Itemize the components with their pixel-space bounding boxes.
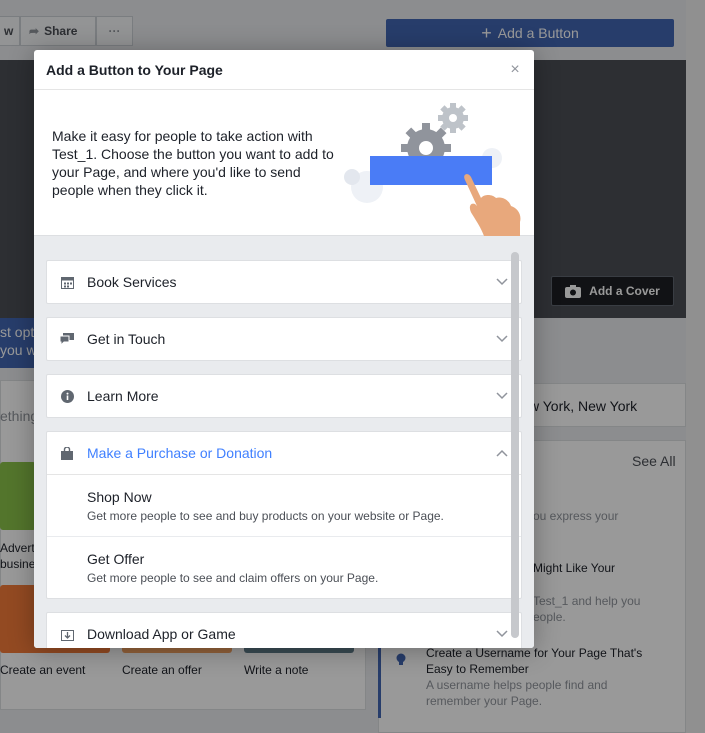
chevron-down-icon — [495, 627, 509, 641]
category-label: Book Services — [87, 274, 177, 290]
category-header[interactable]: Download App or Game — [47, 613, 521, 648]
button-illustration-icon — [344, 103, 521, 236]
category-download-app[interactable]: Download App or Game — [46, 612, 522, 648]
category-label: Make a Purchase or Donation — [87, 445, 273, 461]
category-get-in-touch[interactable]: Get in Touch — [46, 317, 522, 361]
category-label: Learn More — [87, 388, 159, 404]
chevron-down-icon — [495, 389, 509, 403]
option-description: Get more people to see and claim offers … — [87, 571, 379, 585]
info-icon — [59, 388, 75, 404]
dialog-scrollbar[interactable] — [511, 252, 519, 638]
calendar-icon — [59, 274, 75, 290]
chevron-down-icon — [495, 332, 509, 346]
category-make-a-purchase[interactable]: Make a Purchase or Donation Shop Now Get… — [46, 431, 522, 599]
category-header[interactable]: Make a Purchase or Donation — [47, 432, 521, 474]
chevron-up-icon — [495, 446, 509, 460]
download-icon — [59, 626, 75, 642]
dialog-header: Add a Button to Your Page × — [34, 50, 534, 90]
category-book-services[interactable]: Book Services — [46, 260, 522, 304]
option-description: Get more people to see and buy products … — [87, 509, 444, 523]
chevron-down-icon — [495, 275, 509, 289]
intro-text: Make it easy for people to take action w… — [52, 128, 334, 198]
add-button-dialog: Add a Button to Your Page × Make it easy… — [34, 50, 534, 648]
category-header[interactable]: Learn More — [47, 375, 521, 417]
close-icon[interactable]: × — [508, 61, 522, 79]
option-get-offer[interactable]: Get Offer Get more people to see and cla… — [47, 536, 521, 598]
category-label: Get in Touch — [87, 331, 166, 347]
button-category-list: Book Services Get in Touch Learn More Ma… — [46, 260, 522, 648]
option-title: Get Offer — [87, 551, 145, 567]
category-header[interactable]: Get in Touch — [47, 318, 521, 360]
shopping-bag-icon — [59, 445, 75, 461]
option-shop-now[interactable]: Shop Now Get more people to see and buy … — [47, 475, 521, 536]
option-title: Shop Now — [87, 489, 152, 505]
category-options: Shop Now Get more people to see and buy … — [47, 474, 521, 598]
category-label: Download App or Game — [87, 626, 236, 642]
category-header[interactable]: Book Services — [47, 261, 521, 303]
chat-icon — [59, 331, 75, 347]
category-learn-more[interactable]: Learn More — [46, 374, 522, 418]
dialog-title: Add a Button to Your Page — [46, 61, 223, 78]
dialog-intro: Make it easy for people to take action w… — [34, 90, 534, 236]
dialog-body: Book Services Get in Touch Learn More Ma… — [34, 236, 534, 648]
